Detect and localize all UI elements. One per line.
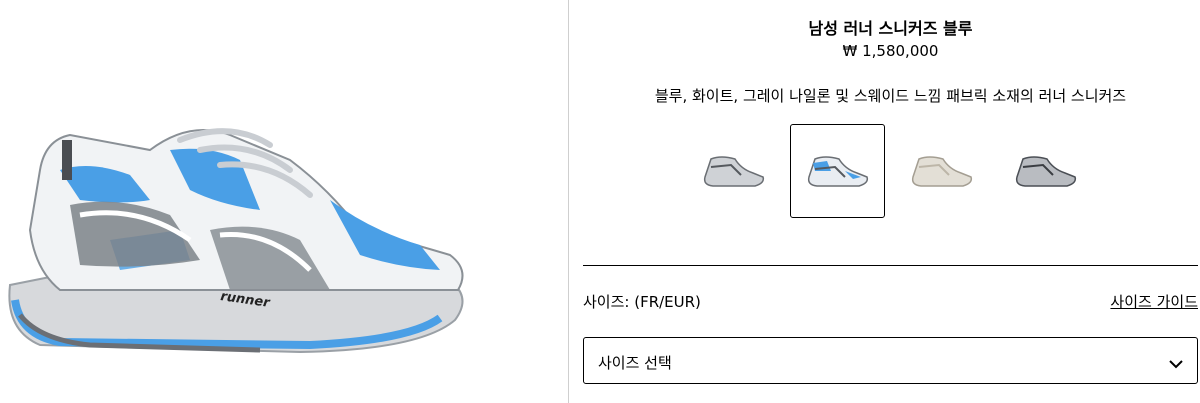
divider xyxy=(568,0,569,403)
product-title: 남성 러너 스니커즈 블루 xyxy=(808,19,973,38)
swatch-silver-image xyxy=(703,156,765,187)
product-price: ₩ 1,580,000 xyxy=(842,42,939,60)
swatch-blue[interactable] xyxy=(790,124,885,218)
product-info: 남성 러너 스니커즈 블루 ₩ 1,580,000 블루, 화이트, 그레이 나… xyxy=(583,0,1198,403)
swatch-grey-image xyxy=(1015,156,1077,187)
chevron-down-icon xyxy=(1169,354,1183,373)
swatch-beige[interactable] xyxy=(894,124,989,218)
swatch-grey[interactable] xyxy=(998,124,1093,218)
swatch-beige-image xyxy=(911,156,973,187)
product-description: 블루, 화이트, 그레이 나일론 및 스웨이드 느낌 패브릭 소재의 러너 스니… xyxy=(654,87,1127,105)
swatch-silver[interactable] xyxy=(686,124,781,218)
size-label: 사이즈: (FR/EUR) xyxy=(583,293,701,311)
product-image: runner xyxy=(0,0,568,403)
size-select-value: 사이즈 선택 xyxy=(598,354,672,372)
swatch-blue-image xyxy=(807,156,869,187)
section-divider xyxy=(583,265,1198,266)
size-guide-link[interactable]: 사이즈 가이드 xyxy=(1110,291,1198,312)
size-select[interactable]: 사이즈 선택 xyxy=(583,337,1198,384)
color-swatches xyxy=(686,124,1096,218)
